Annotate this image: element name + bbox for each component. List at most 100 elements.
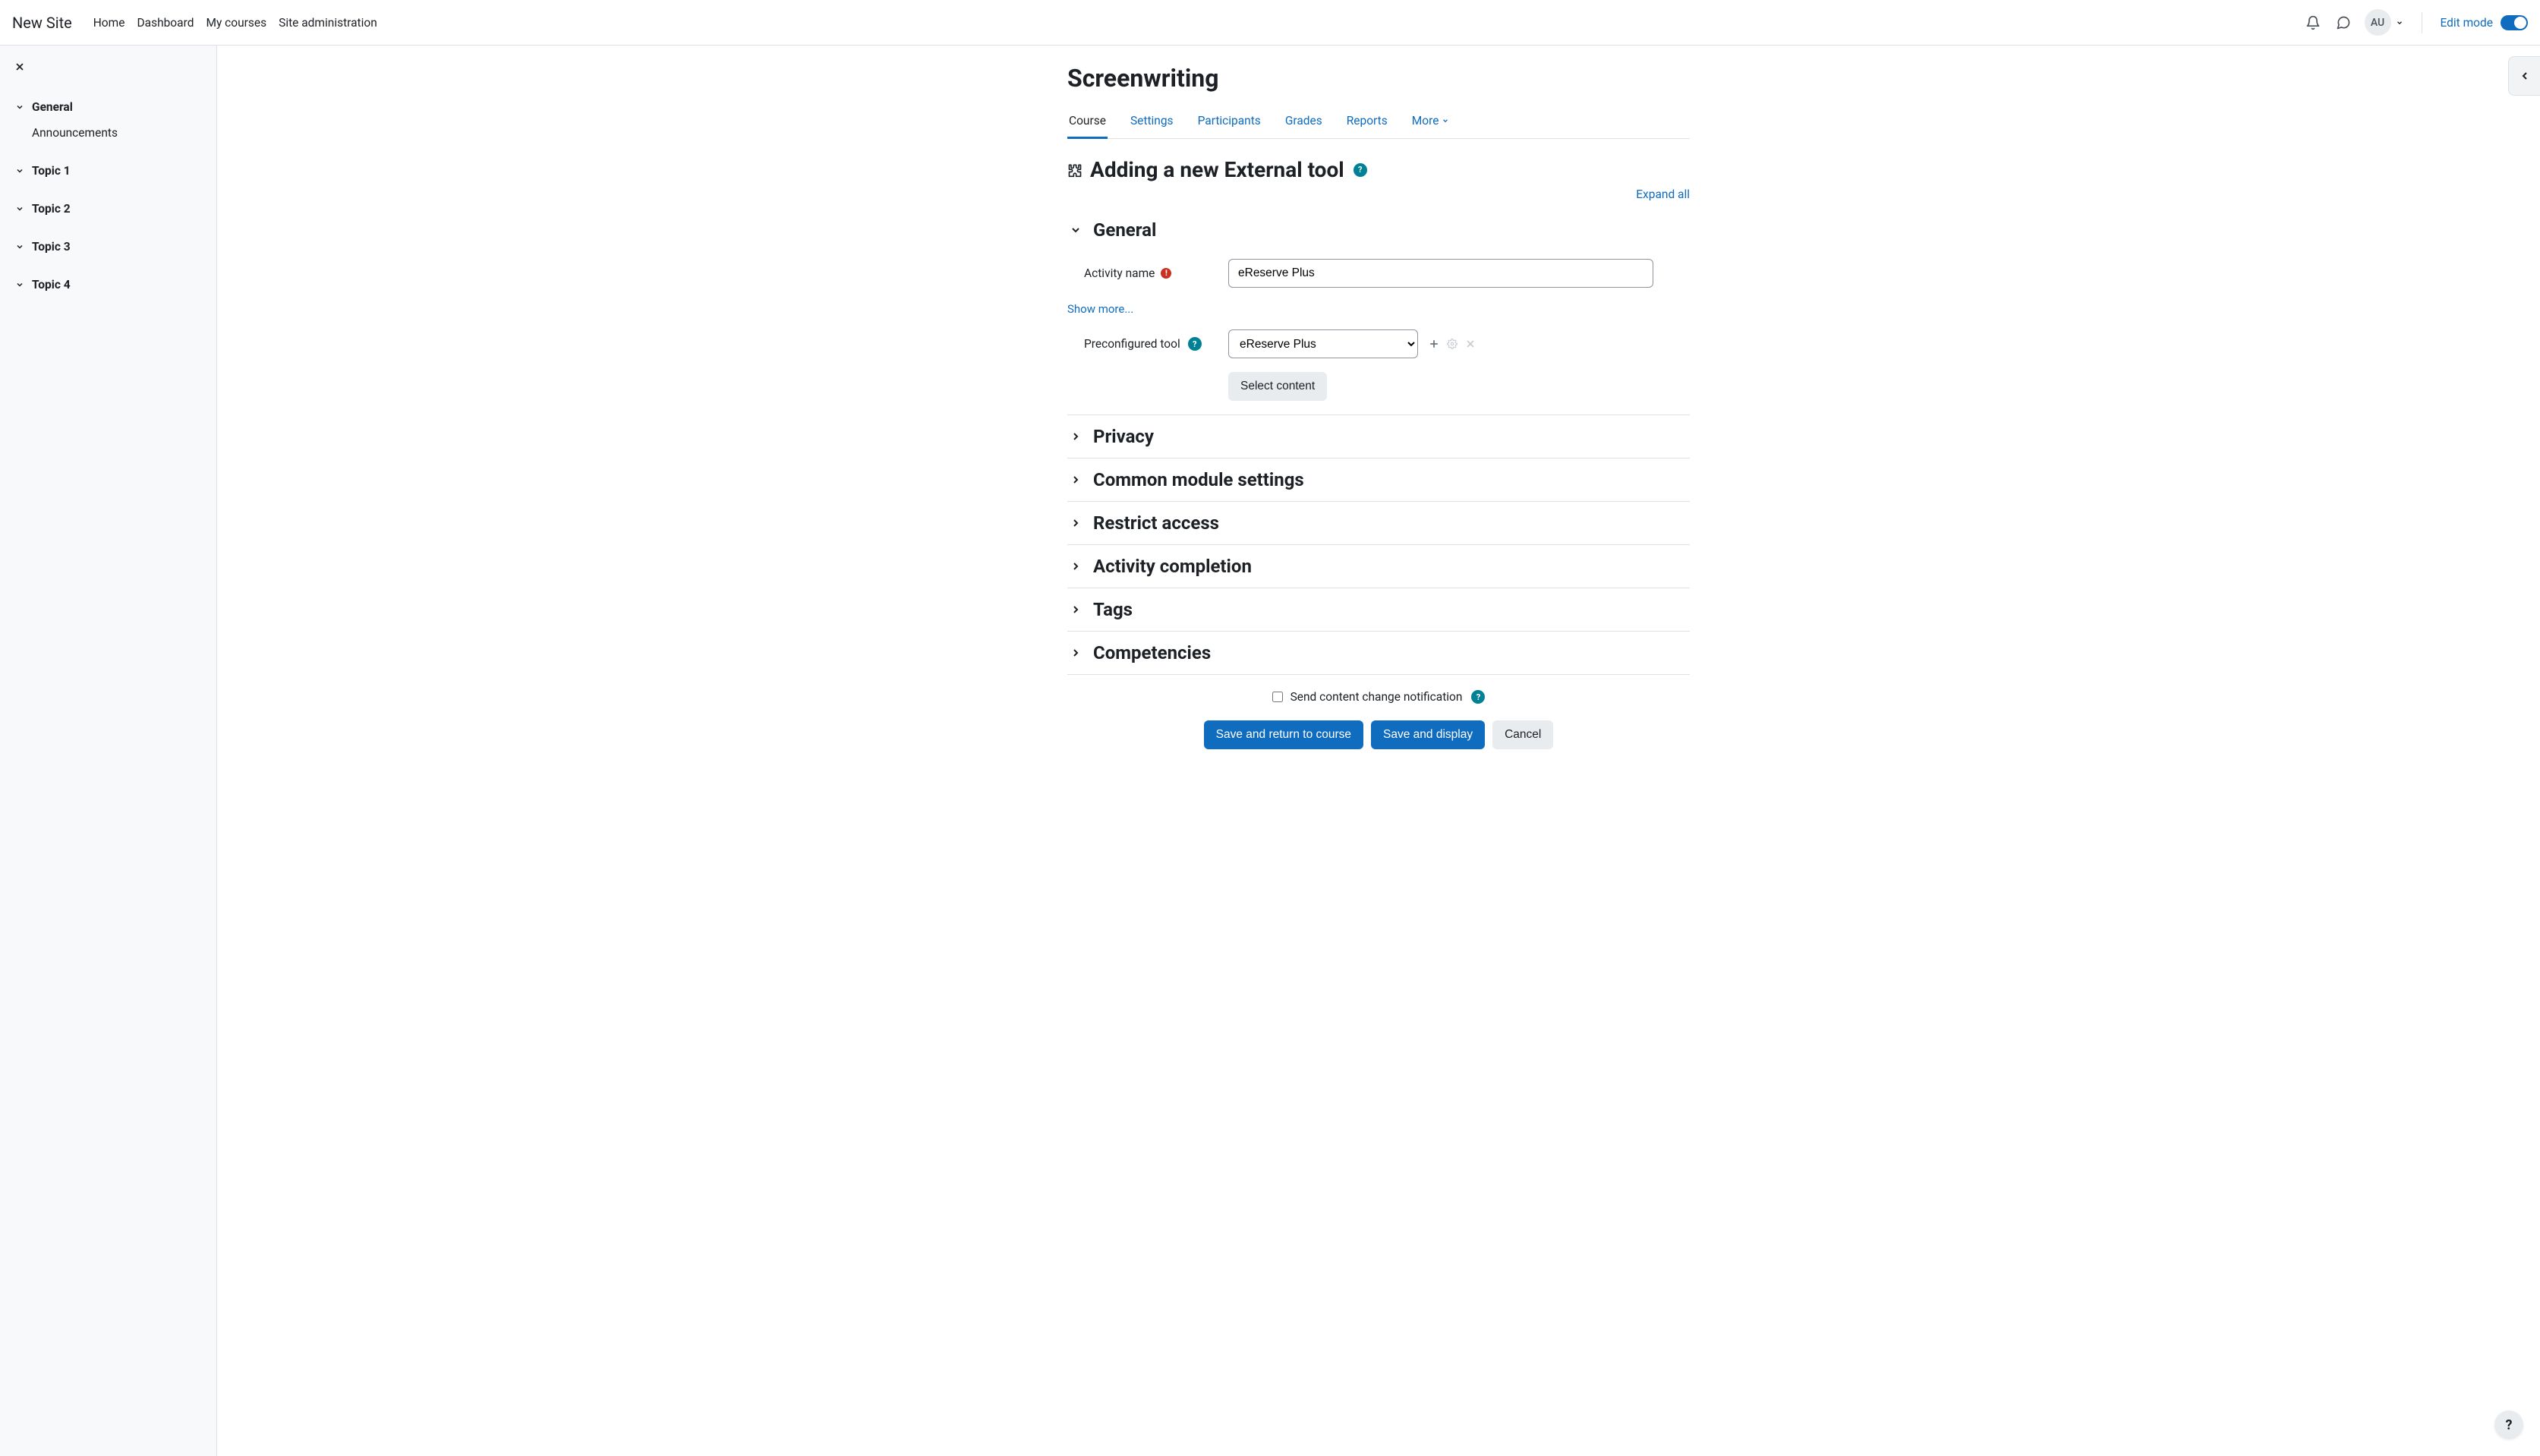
course-index-drawer: General Announcements Topic 1 Topic 2 [0,46,217,1456]
activity-name-input[interactable] [1228,259,1653,288]
avatar: AU [2365,9,2391,36]
ci-section-topic-1[interactable]: Topic 1 [9,158,207,184]
fieldset-activity-completion-title: Activity completion [1093,556,1252,577]
expand-all-link[interactable]: Expand all [1636,188,1690,201]
help-icon[interactable]: ? [1188,337,1202,351]
bell-icon[interactable] [2304,14,2322,32]
tab-more[interactable]: More [1410,106,1451,138]
user-menu[interactable]: AU [2365,9,2403,36]
help-icon[interactable]: ? [1354,163,1367,177]
fieldset-competencies-title: Competencies [1093,642,1211,663]
tool-actions [1429,339,1476,349]
fieldset-privacy-header[interactable]: Privacy [1067,415,1690,458]
form-heading-text: Adding a new External tool [1090,157,1344,182]
activity-name-label: Activity name [1084,266,1155,280]
chevron-right-icon [1069,560,1082,572]
fieldset-restrict-access-title: Restrict access [1093,512,1219,534]
chevron-down-icon [14,242,26,251]
open-block-drawer-button[interactable] [2508,56,2540,96]
row-select-content: Select content [1067,366,1690,401]
action-row: Save and return to course Save and displ… [1067,711,1690,780]
ci-section-topic-4[interactable]: Topic 4 [9,272,207,298]
tab-settings[interactable]: Settings [1129,106,1175,138]
help-icon[interactable]: ? [1471,690,1485,704]
course-index: General Announcements Topic 1 Topic 2 [5,94,212,298]
notify-label: Send content change notification [1290,690,1463,704]
main-content: Screenwriting Course Settings Participan… [217,46,2540,1456]
fieldset-tags-title: Tags [1093,599,1133,620]
tab-more-label: More [1412,114,1439,128]
chevron-down-icon [14,280,26,289]
site-brand[interactable]: New Site [12,14,72,32]
chevron-down-icon [14,102,26,112]
fieldset-privacy-title: Privacy [1093,426,1154,447]
fieldset-common-module: Common module settings [1067,459,1690,502]
fieldset-competencies-header[interactable]: Competencies [1067,632,1690,674]
ci-section-general[interactable]: General [9,94,207,120]
primary-nav: Home Dashboard My courses Site administr… [93,16,377,30]
chevron-down-icon [1069,224,1082,236]
ci-section-label: General [32,100,73,114]
ci-section-label: Topic 2 [32,202,71,216]
ci-section-topic-3[interactable]: Topic 3 [9,234,207,260]
save-return-button[interactable]: Save and return to course [1204,720,1363,749]
fieldset-general-header[interactable]: General [1067,209,1690,251]
chat-icon[interactable] [2334,14,2352,32]
tab-participants[interactable]: Participants [1196,106,1262,138]
cancel-button[interactable]: Cancel [1492,720,1553,749]
required-icon: ! [1161,268,1171,279]
ci-section-topic-2[interactable]: Topic 2 [9,196,207,222]
row-activity-name: Activity name ! [1067,251,1690,295]
chevron-right-icon [1069,430,1082,443]
fieldset-general: General Activity name ! Show more... [1067,209,1690,415]
nav-my-courses[interactable]: My courses [206,16,266,30]
select-content-button[interactable]: Select content [1228,372,1327,401]
chevron-right-icon [1069,517,1082,529]
fieldset-activity-completion-header[interactable]: Activity completion [1067,545,1690,588]
chevron-down-icon [14,204,26,213]
fieldset-restrict-access: Restrict access [1067,502,1690,545]
notify-row: Send content change notification ? [1067,675,1690,711]
edit-mode-label: Edit mode [2441,16,2494,30]
gear-icon [1447,339,1458,349]
fieldset-common-module-header[interactable]: Common module settings [1067,459,1690,501]
edit-mode-toggle[interactable] [2501,15,2528,30]
save-display-button[interactable]: Save and display [1371,720,1485,749]
show-more-row: Show more... [1067,295,1690,322]
close-icon [1465,339,1476,349]
fieldset-tags-header[interactable]: Tags [1067,588,1690,631]
form-heading: Adding a new External tool ? [1067,157,1690,182]
notify-checkbox[interactable] [1272,692,1283,702]
page-title: Screenwriting [1067,64,1690,93]
show-more-link[interactable]: Show more... [1067,302,1133,316]
chevron-down-icon [1442,117,1449,124]
close-drawer-button[interactable] [8,55,32,79]
plus-icon[interactable] [1429,339,1439,349]
nav-home[interactable]: Home [93,16,125,30]
puzzle-icon [1067,162,1082,178]
preconfigured-tool-select[interactable]: eReserve Plus [1228,329,1418,358]
fieldset-general-title: General [1093,219,1156,241]
secondary-nav-tabs: Course Settings Participants Grades Repo… [1067,106,1690,139]
chevron-right-icon [1069,647,1082,659]
nav-site-admin[interactable]: Site administration [279,16,377,30]
expand-all-wrap: Expand all [1067,187,1690,201]
fieldset-tags: Tags [1067,588,1690,632]
chevron-right-icon [1069,474,1082,486]
tab-reports[interactable]: Reports [1345,106,1389,138]
nav-dashboard[interactable]: Dashboard [137,16,194,30]
tab-grades[interactable]: Grades [1284,106,1324,138]
ci-section-label: Topic 4 [32,278,71,292]
fieldset-restrict-access-header[interactable]: Restrict access [1067,502,1690,544]
row-preconfigured-tool: Preconfigured tool ? eReserve Plus [1067,322,1690,366]
ci-item-announcements[interactable]: Announcements [9,120,207,146]
preconfigured-tool-label: Preconfigured tool [1084,337,1180,351]
tab-course[interactable]: Course [1067,106,1108,138]
ci-section-label: Topic 1 [32,164,71,178]
help-fab[interactable]: ? [2494,1410,2523,1439]
chevron-down-icon [14,166,26,175]
fieldset-privacy: Privacy [1067,415,1690,459]
ci-section-label: Topic 3 [32,240,71,254]
edit-mode-control: Edit mode [2441,15,2529,30]
chevron-down-icon [2396,19,2403,27]
